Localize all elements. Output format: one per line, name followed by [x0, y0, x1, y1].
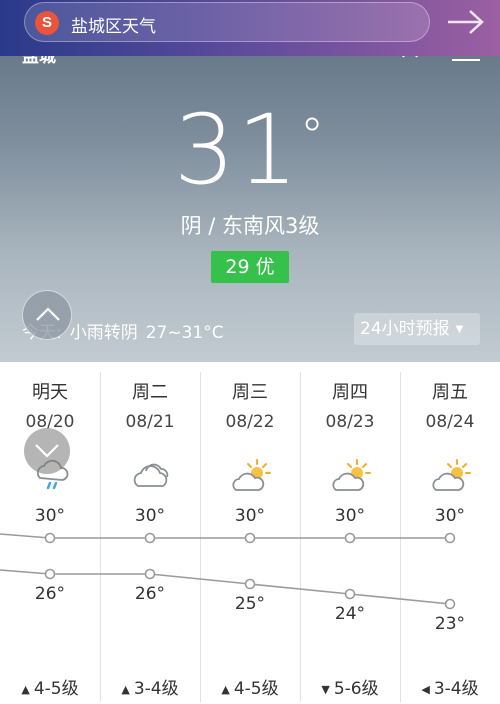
wind-direction-icon: ▲: [21, 683, 30, 696]
search-query: 盐城区天气: [71, 17, 156, 37]
forecast-wind: ▲ 3-4级: [121, 679, 179, 699]
forecast-day-column[interactable]: 周三 08/22 30° 25° ▲ 4-5级: [200, 362, 300, 704]
wind-direction-icon: ◀: [421, 683, 430, 696]
forecast-day-column[interactable]: 周四 08/23 30° 24° ▼ 5-6级: [300, 362, 400, 704]
forecast-date: 08/21: [125, 412, 175, 432]
today-range: 27~31°C: [145, 323, 224, 343]
arrow-right-icon[interactable]: [446, 8, 486, 36]
sun-cloud-icon: [230, 458, 272, 494]
forecast-day: 明天: [32, 382, 68, 403]
aqi-badge[interactable]: 29 优: [211, 251, 289, 283]
forecast-wind: ▼ 5-6级: [321, 679, 379, 699]
forecast-wind: ▲ 4-5级: [21, 679, 79, 699]
expand-down-button[interactable]: [24, 428, 70, 474]
search-bar: S 盐城区天气: [0, 0, 500, 56]
chevron-down-icon: [35, 444, 59, 458]
forecast-date: 08/24: [425, 412, 475, 432]
forecast-day: 周三: [232, 382, 268, 403]
forecast-wind: ◀ 3-4级: [421, 679, 479, 699]
forecast-low-temp: 23°: [434, 614, 466, 634]
forecast-low-temp: 26°: [34, 584, 66, 604]
hourly-forecast-label: 24小时预报: [360, 319, 450, 339]
wind-direction-icon: ▲: [121, 683, 130, 696]
sun-cloud-icon: [330, 458, 372, 494]
today-weather: 小雨转阴: [69, 323, 138, 343]
wind-direction-icon: ▼: [321, 683, 330, 696]
search-input[interactable]: S 盐城区天气: [24, 2, 430, 42]
cloud-icon: [130, 458, 172, 494]
sogou-logo-icon: S: [35, 11, 59, 35]
forecast-day: 周五: [432, 382, 468, 403]
forecast-wind: ▲ 4-5级: [221, 679, 279, 699]
forecast-high-temp: 30°: [334, 506, 366, 526]
forecast-day-column[interactable]: 周二 08/21 30° 26° ▲ 3-4级: [100, 362, 200, 704]
wind-direction-icon: ▲: [221, 683, 230, 696]
sun-cloud-icon: [430, 458, 472, 494]
forecast-day-column[interactable]: 明天 08/20 30° 26° ▲ 4-5级: [0, 362, 100, 704]
hourly-forecast-button[interactable]: 24小时预报 ▼: [354, 313, 480, 345]
forecast-date: 08/22: [225, 412, 275, 432]
forecast-low-temp: 26°: [134, 584, 166, 604]
forecast-low-temp: 25°: [234, 594, 266, 614]
forecast-high-temp: 30°: [434, 506, 466, 526]
current-condition: 阴 / 东南风3级: [180, 214, 320, 238]
caret-down-icon: ▼: [455, 324, 464, 335]
forecast-high-temp: 30°: [234, 506, 266, 526]
forecast-day: 周二: [132, 382, 168, 403]
forecast-low-temp: 24°: [334, 604, 366, 624]
forecast-high-temp: 30°: [134, 506, 166, 526]
forecast-day: 周四: [332, 382, 368, 403]
collapse-up-button[interactable]: [22, 290, 72, 340]
forecast-date: 08/23: [325, 412, 375, 432]
forecast-day-column[interactable]: 周五 08/24 30° 23° ◀ 3-4级: [400, 362, 500, 704]
current-temperature: 31°: [173, 94, 327, 206]
forecast-high-temp: 30°: [34, 506, 66, 526]
chevron-up-icon: [36, 307, 60, 321]
